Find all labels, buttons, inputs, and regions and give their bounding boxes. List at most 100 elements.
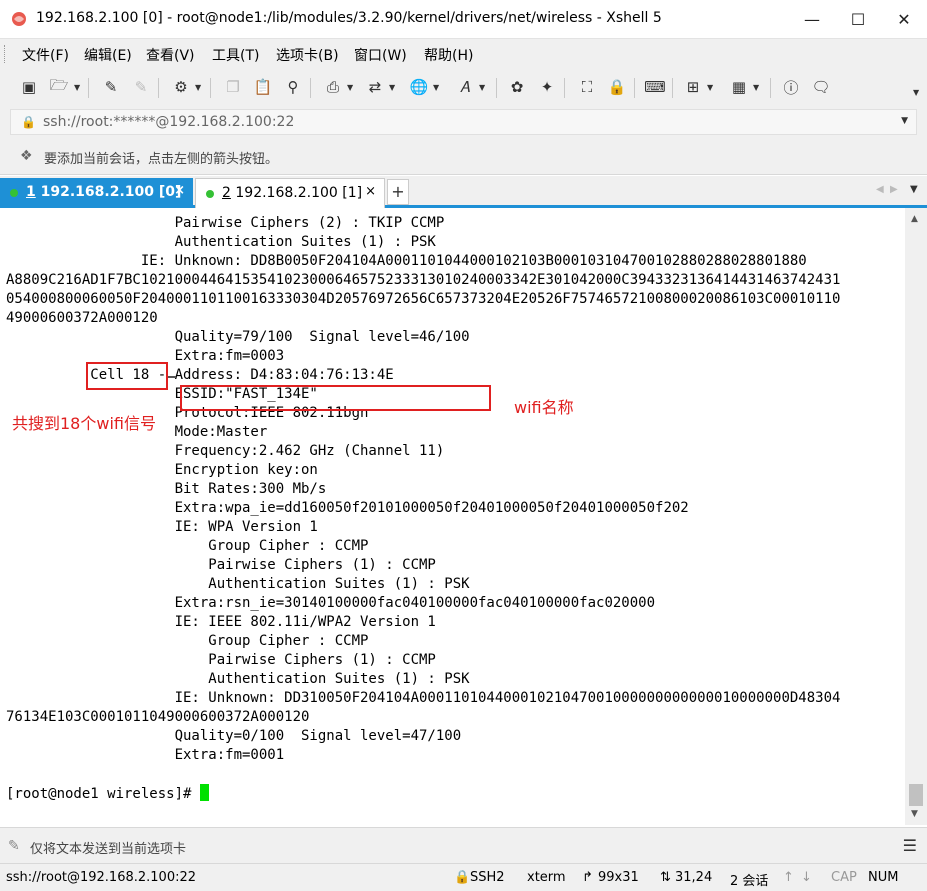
terminal-line: Extra:wpa_ie=dd160050f20101000050f204010… bbox=[6, 500, 689, 516]
terminal-line: Quality=0/100 Signal level=47/100 bbox=[6, 728, 462, 744]
compose-dropdown-icon[interactable]: ▼ bbox=[707, 83, 713, 92]
find-icon[interactable]: ⚲ bbox=[282, 76, 304, 98]
transfer-dropdown-icon[interactable]: ▼ bbox=[389, 83, 395, 92]
toolbar-separator bbox=[310, 78, 311, 98]
tab-session-2[interactable]: 2 192.168.2.100 [1] × bbox=[195, 178, 385, 208]
disconnect-icon[interactable]: ✎ bbox=[130, 76, 152, 98]
toolbar-separator bbox=[672, 78, 673, 98]
terminal-line: Encryption key:on bbox=[6, 462, 318, 478]
connected-status-icon bbox=[206, 190, 214, 198]
layout-dropdown-icon[interactable]: ▼ bbox=[753, 83, 759, 92]
close-icon[interactable]: ✕ bbox=[881, 0, 927, 38]
terminal-line: Extra:rsn_ie=30140100000fac040100000fac0… bbox=[6, 595, 656, 611]
terminal-line: Authentication Suites (1) : PSK bbox=[6, 234, 436, 250]
terminal-line: Pairwise Ciphers (1) : CCMP bbox=[6, 557, 436, 573]
tab-session-1[interactable]: 1 192.168.2.100 [0] × bbox=[0, 178, 193, 208]
bookmark-arrow-icon[interactable]: ❖ bbox=[20, 148, 33, 164]
globe-dropdown-icon[interactable]: ▼ bbox=[433, 83, 439, 92]
font-icon[interactable]: 𝐴 bbox=[454, 76, 476, 98]
fullscreen-icon[interactable]: ⛶ bbox=[576, 76, 598, 98]
xftp-icon[interactable]: ✿ bbox=[506, 76, 528, 98]
transfer-icon[interactable]: ⇄ bbox=[364, 76, 386, 98]
address-bar: 🔒 ssh://root:******@192.168.2.100:22 ▼ bbox=[0, 106, 927, 138]
address-dropdown-icon[interactable]: ▼ bbox=[901, 116, 908, 126]
compose-menu-icon[interactable]: ☰ bbox=[903, 836, 917, 855]
toolbar-separator bbox=[210, 78, 211, 98]
toolbar-separator bbox=[158, 78, 159, 98]
help-icon[interactable]: ⓘ bbox=[780, 76, 802, 98]
properties-dropdown-icon[interactable]: ▼ bbox=[195, 83, 201, 92]
menu-bar: 文件(F) 编辑(E) 查看(V) 工具(T) 选项卡(B) 窗口(W) 帮助(… bbox=[0, 38, 927, 69]
lock-icon: 🔒 bbox=[21, 115, 36, 129]
scrollbar-thumb[interactable] bbox=[909, 784, 923, 806]
status-size: 99x31 bbox=[598, 870, 639, 885]
menu-file[interactable]: 文件(F) bbox=[22, 45, 69, 65]
tab-list-dropdown-icon[interactable]: ▼ bbox=[910, 184, 918, 195]
terminal-line: [root@node1 wireless]# bbox=[6, 786, 200, 802]
font-dropdown-icon[interactable]: ▼ bbox=[479, 83, 485, 92]
print-dropdown-icon[interactable]: ▼ bbox=[347, 83, 353, 92]
status-up-icon[interactable]: ↑ bbox=[783, 870, 794, 885]
terminal-output[interactable]: Pairwise Ciphers (2) : TKIP CCMP Authent… bbox=[0, 208, 905, 825]
tab-scroll-left-icon[interactable]: ◀ bbox=[876, 184, 884, 195]
chat-icon[interactable]: 🗨 bbox=[810, 76, 832, 98]
tab-close-icon[interactable]: × bbox=[365, 184, 376, 199]
open-dropdown-icon[interactable]: ▼ bbox=[74, 83, 80, 92]
globe-icon[interactable]: 🌐 bbox=[408, 76, 430, 98]
terminal-cursor bbox=[199, 784, 209, 801]
connected-status-icon bbox=[10, 189, 18, 197]
terminal-line: IE: Unknown: DD310050F204104A00011010440… bbox=[6, 690, 841, 706]
keyboard-icon[interactable]: ⌨ bbox=[644, 76, 666, 98]
menu-view[interactable]: 查看(V) bbox=[146, 45, 195, 65]
status-num: NUM bbox=[868, 870, 899, 885]
tab-scroll-right-icon[interactable]: ▶ bbox=[890, 184, 898, 195]
menu-window[interactable]: 窗口(W) bbox=[354, 45, 407, 65]
properties-icon[interactable]: ⚙ bbox=[170, 76, 192, 98]
annotation-connector bbox=[168, 376, 176, 378]
toolbar-separator bbox=[564, 78, 565, 98]
toolbar-separator bbox=[88, 78, 89, 98]
terminal-line: Pairwise Ciphers (2) : TKIP CCMP bbox=[6, 215, 445, 231]
title-bar: 192.168.2.100 [0] - root@node1:/lib/modu… bbox=[0, 0, 927, 38]
menu-tools[interactable]: 工具(T) bbox=[212, 45, 259, 65]
open-folder-icon[interactable]: 🗁 bbox=[48, 76, 70, 98]
cursor-position-icon: ⇅ bbox=[660, 870, 671, 885]
lock-icon[interactable]: 🔒 bbox=[606, 76, 628, 98]
status-protocol: SSH2 bbox=[470, 870, 505, 885]
copy-icon[interactable]: ❐ bbox=[222, 76, 244, 98]
maximize-icon[interactable]: ☐ bbox=[835, 0, 881, 38]
terminal-line: Frequency:2.462 GHz (Channel 11) bbox=[6, 443, 445, 459]
menu-tabs[interactable]: 选项卡(B) bbox=[276, 45, 339, 65]
status-cap: CAP bbox=[831, 870, 857, 885]
reconnect-icon[interactable]: ✎ bbox=[100, 76, 122, 98]
terminal-line: Bit Rates:300 Mb/s bbox=[6, 481, 327, 497]
tab-close-icon[interactable]: × bbox=[174, 183, 185, 198]
menu-edit[interactable]: 编辑(E) bbox=[84, 45, 132, 65]
minimize-icon[interactable]: — bbox=[789, 0, 835, 38]
toolbar-overflow-icon[interactable]: ▼ bbox=[913, 88, 919, 97]
print-icon[interactable]: ⎙ bbox=[322, 76, 344, 98]
address-value: ssh://root:******@192.168.2.100:22 bbox=[43, 114, 295, 130]
status-down-icon[interactable]: ↓ bbox=[801, 870, 812, 885]
scroll-up-icon[interactable]: ▲ bbox=[911, 214, 918, 224]
essid-annotation-box bbox=[180, 385, 491, 411]
layout-icon[interactable]: ▦ bbox=[728, 76, 750, 98]
scroll-down-icon[interactable]: ▼ bbox=[911, 809, 918, 819]
toolbar-separator bbox=[634, 78, 635, 98]
compose-icon[interactable]: ⊞ bbox=[682, 76, 704, 98]
terminal-line: Quality=79/100 Signal level=46/100 bbox=[6, 329, 470, 345]
status-cursor: 31,24 bbox=[675, 870, 713, 885]
compose-send-icon[interactable]: ✎ bbox=[8, 838, 20, 854]
window-title: 192.168.2.100 [0] - root@node1:/lib/modu… bbox=[36, 10, 662, 26]
wifi-name-annotation: wifi名称 bbox=[514, 398, 574, 417]
address-field[interactable]: 🔒 ssh://root:******@192.168.2.100:22 ▼ bbox=[10, 109, 917, 135]
paste-icon[interactable]: 📋 bbox=[252, 76, 274, 98]
add-tab-button[interactable]: + bbox=[387, 179, 409, 205]
menu-help[interactable]: 帮助(H) bbox=[424, 45, 473, 65]
toolbar-separator bbox=[496, 78, 497, 98]
terminal-scrollbar[interactable]: ▲ ▼ bbox=[905, 208, 927, 825]
xmanager-icon[interactable]: ✦ bbox=[536, 76, 558, 98]
new-session-icon[interactable]: ▣ bbox=[18, 76, 40, 98]
terminal-line: 054000800060050F2040001101100163330304D2… bbox=[6, 291, 841, 307]
tab-bar: 1 192.168.2.100 [0] × 2 192.168.2.100 [1… bbox=[0, 176, 927, 208]
